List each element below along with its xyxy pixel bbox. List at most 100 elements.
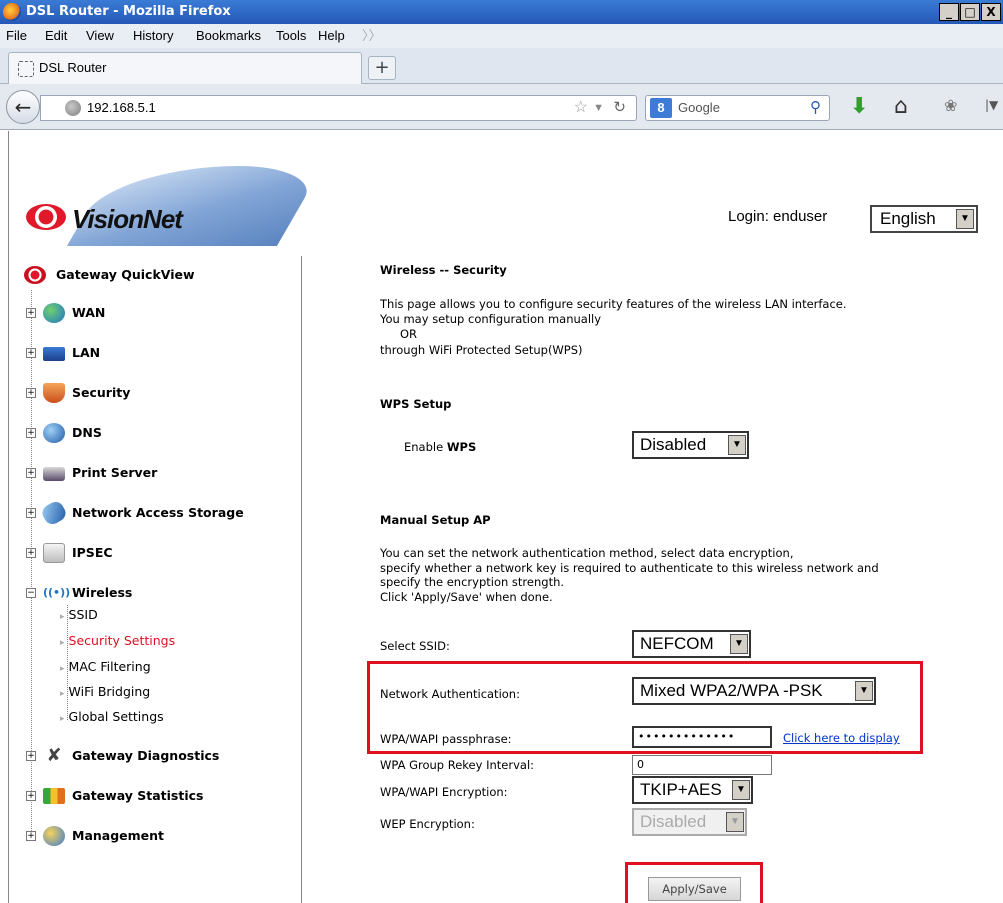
chevron-down-icon: ▼ <box>726 812 744 832</box>
caret-right-icon: ▸ <box>60 612 65 622</box>
network-auth-select[interactable]: Mixed WPA2/WPA -PSK ▼ <box>632 677 876 705</box>
sidebar-item-label: Gateway Statistics <box>72 788 204 803</box>
caret-right-icon: ▸ <box>60 664 65 674</box>
rekey-input[interactable]: 0 <box>632 755 772 775</box>
google-engine-icon[interactable]: 8 <box>650 98 672 118</box>
collapse-icon[interactable]: − <box>26 588 36 598</box>
menu-edit[interactable]: Edit <box>45 24 67 48</box>
rss-icon: 〉〉 <box>362 28 382 43</box>
login-status: Login: enduser <box>728 208 828 225</box>
intro-line-2: You may setup configuration manually <box>380 312 602 326</box>
ssid-select[interactable]: NEFCOM ▼ <box>632 630 751 658</box>
search-input[interactable]: 8 Google ⚲ <box>645 95 830 121</box>
expand-icon[interactable]: + <box>26 428 36 438</box>
subitem-label: Global Settings <box>68 709 164 724</box>
expand-icon[interactable]: + <box>26 308 36 318</box>
wep-select[interactable]: Disabled ▼ <box>632 808 747 836</box>
new-tab-button[interactable]: + <box>368 56 396 80</box>
caret-right-icon: ▸ <box>60 714 65 724</box>
expand-icon[interactable]: + <box>26 791 36 801</box>
sidebar-subitem-wifi-bridging[interactable]: ▸ WiFi Bridging <box>60 682 150 702</box>
home-icon[interactable]: ⌂ <box>894 94 908 119</box>
menu-help[interactable]: Help <box>318 24 345 48</box>
manual-heading: Manual Setup AP <box>380 513 491 527</box>
download-icon[interactable]: ⬇ <box>850 94 868 119</box>
gears-icon <box>43 826 65 846</box>
window-titlebar: DSL Router - Mozilla Firefox _ □ X <box>0 0 1003 24</box>
passphrase-label: WPA/WAPI passphrase: <box>380 732 512 746</box>
window-controls: _ □ X <box>938 3 1001 21</box>
maximize-button[interactable]: □ <box>960 3 980 21</box>
expand-icon[interactable]: + <box>26 508 36 518</box>
quickview-icon <box>24 266 46 284</box>
sidebar-item-label: Network Access Storage <box>72 505 244 520</box>
chevron-down-icon[interactable]: ▼ <box>855 681 873 701</box>
wep-value: Disabled <box>640 812 707 831</box>
sidebar-item-label: Management <box>72 828 165 843</box>
wps-select[interactable]: Disabled ▼ <box>632 431 749 459</box>
rekey-label: WPA Group Rekey Interval: <box>380 758 535 772</box>
enable-wps-bold: WPS <box>446 440 477 454</box>
intro-line-3: OR <box>400 327 418 341</box>
menu-view[interactable]: View <box>86 24 114 48</box>
language-select[interactable]: English ▼ <box>870 205 978 233</box>
menu-file[interactable]: File <box>6 24 27 48</box>
caret-right-icon: ▸ <box>60 689 65 699</box>
display-passphrase-link[interactable]: Click here to display <box>783 731 900 745</box>
back-button[interactable]: ← <box>6 90 40 124</box>
tab-bar: DSL Router + <box>0 48 1003 84</box>
expand-icon[interactable]: + <box>26 348 36 358</box>
tools-icon: ✘ <box>46 745 62 766</box>
toolbar-more-icon[interactable]: |▼ <box>985 98 998 112</box>
site-identity-icon[interactable] <box>65 100 81 116</box>
minimize-button[interactable]: _ <box>939 3 959 21</box>
navigation-bar: ← 192.168.5.1 ☆ ▼ ↻ 8 Google ⚲ ⬇ ⌂ ❀ |▼ <box>0 84 1003 130</box>
expand-icon[interactable]: + <box>26 388 36 398</box>
wps-value: Disabled <box>640 435 707 454</box>
globe-icon <box>43 303 65 323</box>
expand-icon[interactable]: + <box>26 548 36 558</box>
search-icon[interactable]: ⚲ <box>810 96 821 120</box>
lock-icon <box>43 543 65 563</box>
bookmark-star-icon[interactable]: ☆ <box>574 96 588 120</box>
close-button[interactable]: X <box>981 3 1001 21</box>
subitem-label: WiFi Bridging <box>68 684 151 699</box>
passphrase-input[interactable]: ••••••••••••• <box>632 726 772 748</box>
shield-icon <box>43 383 65 403</box>
url-dropdown-icon[interactable]: ▼ <box>593 96 604 120</box>
url-bar[interactable]: 192.168.5.1 ☆ ▼ ↻ <box>40 95 637 121</box>
firefox-icon <box>3 3 21 21</box>
manual-desc-3: specify the encryption strength. <box>380 575 565 589</box>
menu-history[interactable]: History <box>133 24 173 48</box>
chevron-down-icon[interactable]: ▼ <box>730 634 748 654</box>
intro-line-1: This page allows you to configure securi… <box>380 297 847 311</box>
sidebar-subitem-ssid[interactable]: ▸ SSID <box>60 605 98 625</box>
expand-icon[interactable]: + <box>26 468 36 478</box>
reload-icon[interactable]: ↻ <box>613 96 626 120</box>
menu-tools[interactable]: Tools <box>276 24 306 48</box>
encryption-label: WPA/WAPI Encryption: <box>380 785 508 799</box>
sidebar-item-label: WAN <box>72 305 106 320</box>
sidebar-item-label: LAN <box>72 345 101 360</box>
expand-icon[interactable]: + <box>26 831 36 841</box>
apply-save-button[interactable]: Apply/Save <box>648 877 741 901</box>
sidebar-subitem-security-settings[interactable]: ▸ Security Settings <box>60 631 175 651</box>
brand-name: VisionNet <box>72 204 183 234</box>
sidebar-item-label: Wireless <box>72 585 133 600</box>
menu-bookmarks[interactable]: Bookmarks <box>196 24 261 48</box>
search-placeholder: Google <box>678 100 720 115</box>
sidebar-subitem-mac-filtering[interactable]: ▸ MAC Filtering <box>60 657 151 677</box>
encryption-select[interactable]: TKIP+AES ▼ <box>632 776 753 804</box>
sidebar-item-label: Security <box>72 385 131 400</box>
sidebar-item-label: DNS <box>72 425 102 440</box>
manual-desc-1: You can set the network authentication m… <box>380 546 794 560</box>
extension-icon[interactable]: ❀ <box>944 96 957 115</box>
chevron-down-icon[interactable]: ▼ <box>728 435 746 455</box>
subitem-label: SSID <box>68 607 98 622</box>
expand-icon[interactable]: + <box>26 751 36 761</box>
chevron-down-icon[interactable]: ▼ <box>956 209 974 229</box>
tab-dsl-router[interactable]: DSL Router <box>8 52 362 84</box>
sidebar-subitem-global-settings[interactable]: ▸ Global Settings <box>60 707 164 727</box>
sidebar-item-label: Print Server <box>72 465 158 480</box>
chevron-down-icon[interactable]: ▼ <box>732 780 750 800</box>
